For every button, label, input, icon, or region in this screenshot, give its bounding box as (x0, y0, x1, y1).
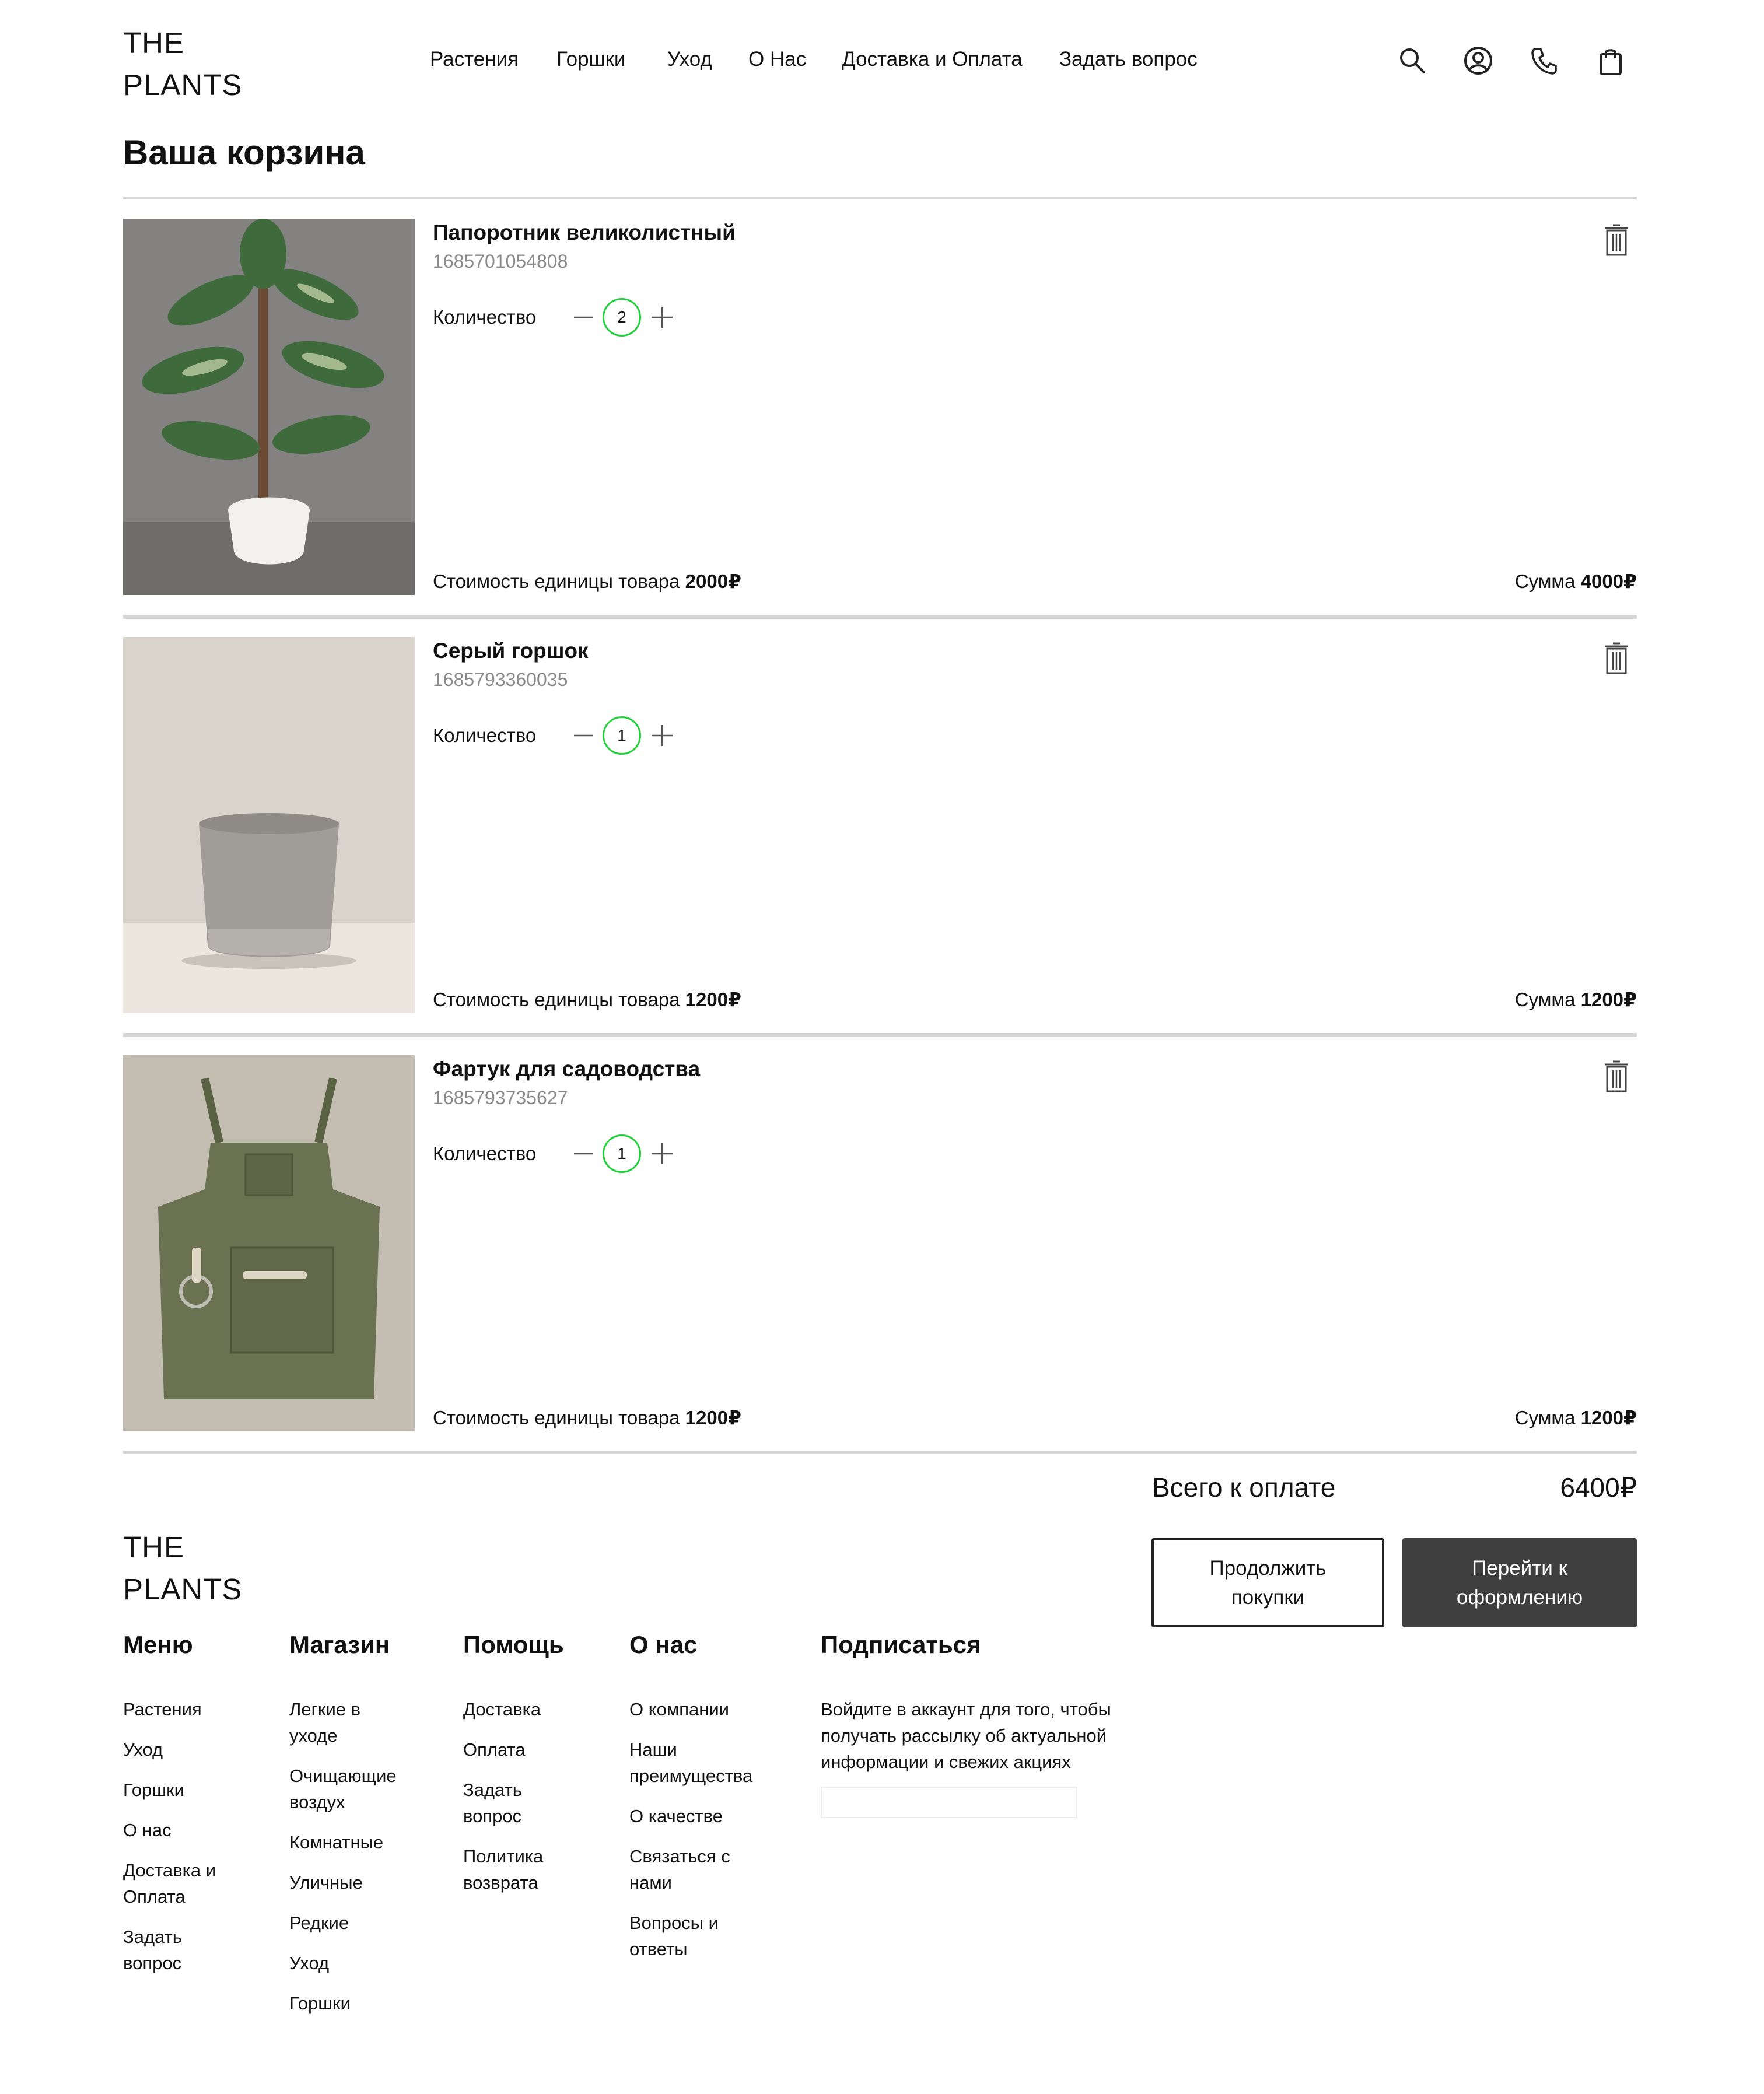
product-sku: 1685793735627 (433, 1087, 568, 1108)
footer-link[interactable]: Задать вопрос (123, 1924, 240, 1976)
trash-icon[interactable] (1602, 642, 1630, 674)
increase-quantity-button[interactable] (650, 306, 674, 329)
footer-about-title: О нас (629, 1631, 698, 1658)
page-title: Ваша корзина (123, 133, 365, 172)
unit-price-label: Стоимость единицы товара (433, 989, 680, 1010)
footer-link[interactable]: Комнатные (289, 1829, 429, 1855)
nav-ask-question[interactable]: Задать вопрос (1059, 48, 1198, 71)
footer-subscribe-title: Подписаться (821, 1631, 981, 1658)
nav-care[interactable]: Уход (667, 48, 712, 71)
footer-link[interactable]: Уход (289, 1950, 429, 1976)
footer-link[interactable]: Задать вопрос (463, 1777, 545, 1829)
footer-link[interactable]: Редкие (289, 1910, 429, 1936)
subscribe-email-input[interactable] (821, 1787, 1077, 1818)
footer-link[interactable]: Доставка (463, 1696, 580, 1722)
product-name[interactable]: Папоротник великолистный (433, 220, 736, 245)
footer-link[interactable]: Горшки (289, 1990, 429, 2016)
item-sum: Сумма 1200₽ (1515, 1406, 1637, 1429)
total-label: Всего к оплате (1152, 1472, 1336, 1503)
sum-value: 1200₽ (1580, 1407, 1637, 1428)
product-image-apron[interactable] (123, 1055, 415, 1431)
quantity-label: Количество (433, 306, 537, 328)
product-name[interactable]: Фартук для садоводства (433, 1057, 700, 1081)
footer-link[interactable]: Уход (123, 1736, 240, 1763)
sum-value: 1200₽ (1580, 989, 1637, 1010)
nav-about[interactable]: О Нас (748, 48, 806, 71)
footer-link[interactable]: Вопросы и ответы (629, 1910, 746, 1962)
phone-icon[interactable] (1528, 44, 1560, 77)
footer-link[interactable]: Очищающие воздух (289, 1763, 429, 1815)
footer-menu-title: Меню (123, 1631, 193, 1658)
footer-logo-line-2: PLANTS (123, 1573, 243, 1606)
product-name[interactable]: Серый горшок (433, 639, 589, 663)
trash-icon[interactable] (1602, 223, 1630, 256)
footer-logo-line-1: THE (123, 1531, 184, 1564)
footer-shop-title: Магазин (289, 1631, 390, 1658)
bag-icon[interactable] (1594, 44, 1627, 77)
sum-label: Сумма (1514, 570, 1576, 592)
divider (123, 1033, 1637, 1037)
unit-price: Стоимость единицы товара 1200₽ (433, 1406, 741, 1429)
nav-pots[interactable]: Горшки (556, 48, 625, 71)
divider (123, 1451, 1637, 1454)
quantity-input[interactable]: 1 (603, 1134, 641, 1173)
quantity-input[interactable]: 1 (603, 716, 641, 755)
unit-price: Стоимость единицы товара 1200₽ (433, 988, 741, 1011)
footer-link[interactable]: Оплата (463, 1736, 580, 1763)
subscribe-description: Войдите в аккаунт для того, чтобы получа… (821, 1699, 1111, 1772)
divider (123, 197, 1637, 199)
footer-logo[interactable]: THE PLANTS (123, 1526, 242, 1610)
product-sku: 1685793360035 (433, 669, 568, 690)
increase-quantity-button[interactable] (650, 1142, 674, 1165)
trash-icon[interactable] (1602, 1060, 1630, 1092)
footer-link[interactable]: Уличные (289, 1869, 429, 1896)
continue-shopping-button[interactable]: Продолжить покупки (1152, 1538, 1384, 1627)
quantity-input[interactable]: 2 (603, 298, 641, 337)
footer-link[interactable]: О компании (629, 1696, 793, 1722)
footer-link[interactable]: О качестве (629, 1803, 793, 1829)
nav-plants[interactable]: Растения (430, 48, 519, 71)
unit-price-label: Стоимость единицы товара (433, 1407, 680, 1428)
unit-price-label: Стоимость единицы товара (433, 570, 680, 592)
sum-label: Сумма (1514, 1407, 1576, 1428)
logo-line-1: THE (123, 26, 184, 59)
search-icon[interactable] (1396, 44, 1429, 77)
quantity-label: Количество (433, 724, 537, 746)
logo-line-2: PLANTS (123, 68, 243, 101)
sum-value: 4000₽ (1580, 570, 1637, 592)
increase-quantity-button[interactable] (650, 724, 674, 747)
footer-link[interactable]: Горшки (123, 1777, 240, 1803)
product-sku: 1685701054808 (433, 251, 568, 272)
item-sum: Сумма 4000₽ (1515, 570, 1637, 593)
footer-link[interactable]: Связаться с нами (629, 1843, 746, 1896)
nav-delivery[interactable]: Доставка и Оплата (842, 48, 1023, 71)
decrease-quantity-button[interactable] (573, 725, 594, 746)
product-image-fern[interactable] (123, 219, 415, 595)
product-image-gray-pot[interactable] (123, 637, 415, 1013)
divider (123, 615, 1637, 619)
unit-price-value: 1200₽ (685, 989, 742, 1010)
item-sum: Сумма 1200₽ (1515, 988, 1637, 1011)
total-value: 6400₽ (1560, 1472, 1637, 1503)
footer-link[interactable]: Легкие в уходе (289, 1696, 388, 1749)
footer-link[interactable]: Политика возврата (463, 1843, 568, 1896)
footer-link[interactable]: Доставка и Оплата (123, 1857, 240, 1910)
footer-link[interactable]: Растения (123, 1696, 240, 1722)
quantity-label: Количество (433, 1143, 537, 1164)
unit-price-value: 1200₽ (685, 1407, 742, 1428)
footer-help-title: Помощь (463, 1631, 564, 1658)
sum-label: Сумма (1514, 989, 1576, 1010)
footer-link[interactable]: Наши преимущества (629, 1736, 775, 1789)
unit-price-value: 2000₽ (685, 570, 742, 592)
decrease-quantity-button[interactable] (573, 307, 594, 328)
checkout-button[interactable]: Перейти к оформлению (1402, 1538, 1637, 1627)
user-icon[interactable] (1462, 44, 1494, 77)
unit-price: Стоимость единицы товара 2000₽ (433, 570, 741, 593)
footer-link[interactable]: О нас (123, 1817, 240, 1843)
logo[interactable]: THE PLANTS (123, 22, 242, 106)
decrease-quantity-button[interactable] (573, 1143, 594, 1164)
